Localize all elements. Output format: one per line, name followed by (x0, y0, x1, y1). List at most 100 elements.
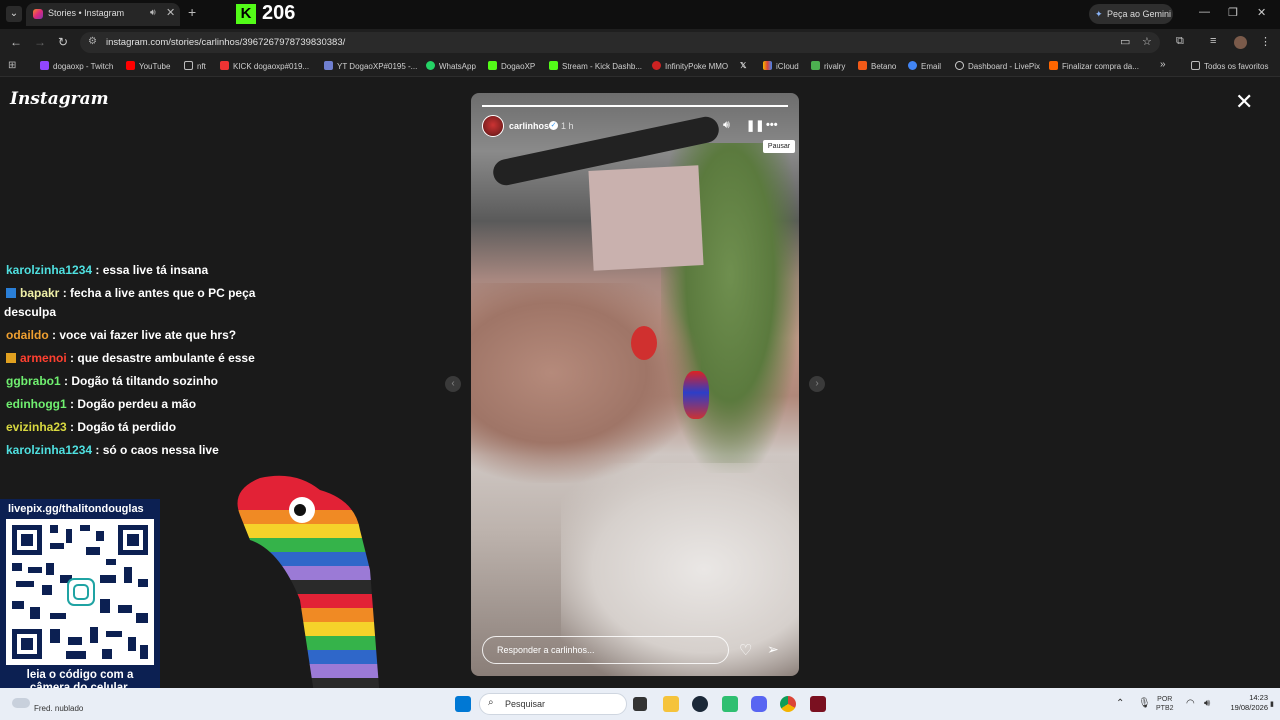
more-options-icon[interactable]: ••• (766, 119, 778, 131)
speaker-icon[interactable]: 🔊︎ (150, 7, 156, 18)
whatsapp-icon (426, 61, 435, 70)
browser-menu-icon[interactable]: ⋮ (1260, 35, 1271, 48)
bookmark-label: Stream - Kick Dashb... (562, 62, 643, 71)
microphone-icon[interactable]: 🎙︎ (1138, 698, 1151, 709)
file-explorer-icon[interactable] (663, 696, 679, 712)
chrome-icon[interactable] (780, 696, 796, 712)
verified-badge-icon: ✓ (549, 121, 558, 130)
wifi-icon[interactable]: ◠ (1186, 698, 1195, 709)
bookmark-finalizar[interactable]: Finalizar compra da... (1049, 61, 1139, 71)
windows-start-icon[interactable] (455, 696, 471, 712)
close-tab-icon[interactable]: ✕ (166, 6, 175, 19)
bookmark-youtube[interactable]: YouTube (126, 61, 170, 71)
story-progress-fill (482, 105, 788, 107)
next-story-arrow-icon[interactable]: › (809, 376, 825, 392)
story-viewer[interactable]: carlinhos ✓ 1 h 🔊︎ ❚❚ ••• Responder a ca… (471, 93, 799, 676)
steam-icon[interactable] (692, 696, 708, 712)
chat-text: : Dogão tá perdido (70, 420, 177, 434)
reload-button[interactable]: ↻ (58, 35, 68, 49)
forward-button[interactable]: → (34, 35, 46, 49)
bookmark-kick-dogaoxp[interactable]: KICK dogaoxp#019... (220, 61, 309, 71)
profile-avatar[interactable] (1234, 36, 1247, 49)
tab-list-icon[interactable]: ≡ (1210, 35, 1216, 47)
bookmark-x[interactable]: 𝕏 (740, 61, 746, 70)
apps-grid-icon[interactable]: ⊞ (8, 60, 16, 71)
app-icon[interactable] (810, 696, 826, 712)
chat-text: : que desastre ambulante é esse (70, 351, 255, 365)
bookmark-label: Dashboard - LivePix (968, 62, 1041, 71)
weather-label: Fred. nublado (34, 704, 84, 713)
bookmark-whatsapp[interactable]: WhatsApp (426, 61, 476, 71)
all-bookmarks-button[interactable]: Todos os favoritos (1191, 61, 1268, 71)
bookmark-icloud[interactable]: iCloud (763, 61, 799, 71)
bookmark-label: nft (197, 62, 206, 71)
maximize-button[interactable]: ❐ (1228, 6, 1238, 19)
bookmark-rivalry[interactable]: rivalry (811, 61, 845, 71)
cloud-weather-icon[interactable] (12, 698, 30, 708)
browser-toolbar: ← → ↻ ⚙︎ instagram.com/stories/carlinhos… (0, 29, 1280, 56)
minimize-button[interactable]: — (1199, 6, 1210, 18)
story-username[interactable]: carlinhos (509, 121, 549, 131)
livepix-qr-widget: livepix.gg/thalitondouglas leia o código… (0, 499, 160, 702)
bookmark-email[interactable]: Email (908, 61, 941, 71)
more-bookmarks-icon[interactable]: » (1160, 59, 1166, 70)
kick-icon (549, 61, 558, 70)
previous-story-arrow-icon[interactable]: ‹ (445, 376, 461, 392)
chat-text: : Dogão perdeu a mão (70, 397, 197, 411)
gemini-button[interactable]: ✦ Peça ao Gemini (1089, 4, 1173, 24)
site-info-icon[interactable]: ⚙︎ (88, 36, 97, 47)
chat-message: ggbrabo1 : Dogão tá tiltando sozinho (6, 374, 218, 388)
close-window-button[interactable]: ✕ (1257, 6, 1266, 19)
keyboard-layout: PTB2 (1156, 705, 1174, 712)
bookmark-nft[interactable]: nft (184, 61, 206, 71)
extensions-icon[interactable]: ⧉ (1176, 35, 1184, 48)
task-view-icon[interactable] (633, 697, 647, 711)
like-heart-icon[interactable]: ♡ (739, 641, 752, 659)
story-red-object (631, 326, 657, 360)
bookmark-stream-kick[interactable]: Stream - Kick Dashb... (549, 61, 642, 71)
story-avatar[interactable] (482, 115, 504, 137)
browser-tab-strip: ⌄ Stories • Instagram 🔊︎ ✕ + K 206 ✦ Peç… (0, 0, 1280, 29)
active-tab[interactable]: Stories • Instagram 🔊︎ ✕ (26, 3, 180, 26)
pause-icon[interactable]: ❚❚ (746, 119, 764, 132)
instagram-logo[interactable]: Instagram (10, 89, 109, 109)
clock[interactable]: 14:23 19/08/2026 (1224, 693, 1268, 713)
x-logo-icon: 𝕏 (740, 61, 747, 70)
volume-icon[interactable]: 🔊︎ (723, 119, 730, 132)
cast-icon[interactable]: ▭ (1120, 35, 1130, 48)
send-icon[interactable]: ➢ (767, 641, 779, 658)
chat-username: karolzinha1234 (6, 443, 93, 457)
close-stories-icon[interactable]: ✕ (1235, 91, 1253, 113)
chat-username: ggbrabo1 (6, 374, 61, 388)
taskbar-search[interactable]: ⌕ Pesquisar (479, 693, 627, 715)
discord-icon[interactable] (751, 696, 767, 712)
tab-search-button[interactable]: ⌄ (6, 6, 22, 22)
chat-username: karolzinha1234 (6, 263, 93, 277)
language-indicator[interactable]: POR PTB2 (1156, 695, 1174, 713)
bookmark-label: WhatsApp (439, 62, 476, 71)
bookmark-livepix[interactable]: Dashboard - LivePix (955, 61, 1040, 71)
tab-title: Stories • Instagram (48, 8, 125, 18)
volume-tray-icon[interactable]: 🔊︎ (1204, 698, 1210, 709)
address-bar[interactable]: ⚙︎ instagram.com/stories/carlinhos/39672… (80, 32, 1160, 53)
back-button[interactable]: ← (10, 35, 22, 49)
chat-text: : só o caos nessa live (95, 443, 219, 457)
bookmark-label: Todos os favoritos (1204, 62, 1269, 71)
story-background-person (683, 371, 709, 419)
new-tab-button[interactable]: + (188, 4, 196, 20)
chat-message: edinhogg1 : Dogão perdeu a mão (6, 397, 196, 411)
whatsapp-taskbar-icon[interactable] (722, 696, 738, 712)
bookmark-dogaoxp[interactable]: DogaoXP (488, 61, 535, 71)
bookmark-label: Betano (871, 62, 897, 71)
notification-bell-icon[interactable]: ▮ (1270, 700, 1274, 708)
bookmark-betano[interactable]: Betano (858, 61, 896, 71)
bookmark-yt-dogaoxp[interactable]: YT DogaoXP#0195 -... (324, 61, 417, 71)
bookmark-infinitypoke[interactable]: InfinityPoke MMO (652, 61, 728, 71)
bookmark-star-icon[interactable]: ☆ (1142, 35, 1152, 48)
chat-username: edinhogg1 (6, 397, 67, 411)
reply-input[interactable]: Responder a carlinhos... (482, 636, 729, 664)
search-icon: ⌕ (488, 697, 494, 708)
tray-chevron-icon[interactable]: ⌃ (1116, 698, 1124, 709)
bookmarks-bar: ⊞ dogaoxp - Twitch YouTube nft KICK doga… (0, 56, 1280, 77)
bookmark-twitch[interactable]: dogaoxp - Twitch (40, 61, 113, 71)
